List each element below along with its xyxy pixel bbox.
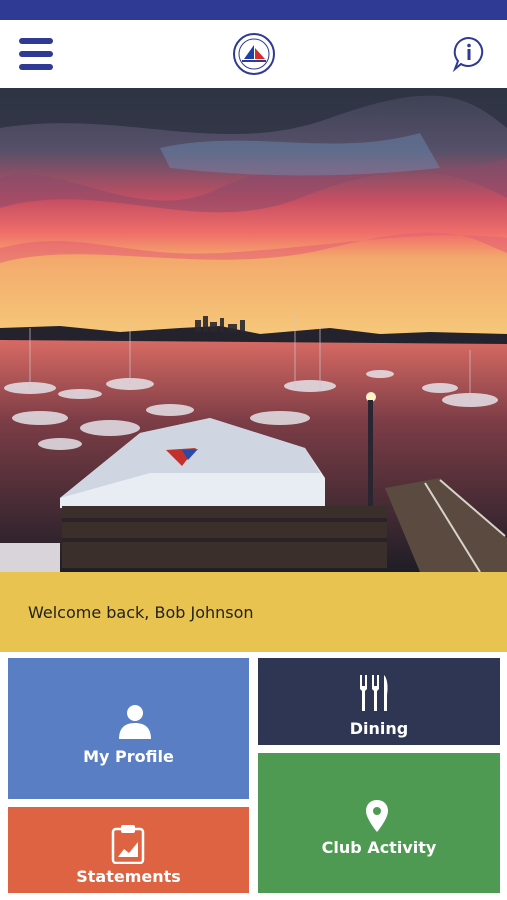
app-header <box>0 20 507 88</box>
person-icon <box>119 705 151 739</box>
map-pin-icon <box>366 800 388 832</box>
hero-harbor-image <box>0 88 507 572</box>
clipboard-chart-icon <box>111 825 145 864</box>
my-profile-tile[interactable]: My Profile <box>8 658 249 799</box>
harbor-sunset-picture <box>0 88 507 572</box>
status-bar <box>0 0 507 20</box>
welcome-banner: Welcome back, Bob Johnson <box>0 572 507 652</box>
menu-button[interactable] <box>17 36 57 72</box>
fork-knife-icon <box>360 675 388 711</box>
info-icon <box>452 36 484 73</box>
dining-label: Dining <box>349 719 409 738</box>
info-button[interactable] <box>450 34 488 73</box>
club-activity-label: Club Activity <box>321 838 437 857</box>
club-activity-tile[interactable]: Club Activity <box>258 753 500 893</box>
my-profile-label: My Profile <box>83 747 174 766</box>
statements-tile[interactable]: Statements <box>8 807 249 893</box>
welcome-message: Welcome back, Bob Johnson <box>28 603 254 622</box>
dining-tile[interactable]: Dining <box>258 658 500 745</box>
club-logo <box>233 33 275 75</box>
statements-label: Statements <box>76 867 181 886</box>
